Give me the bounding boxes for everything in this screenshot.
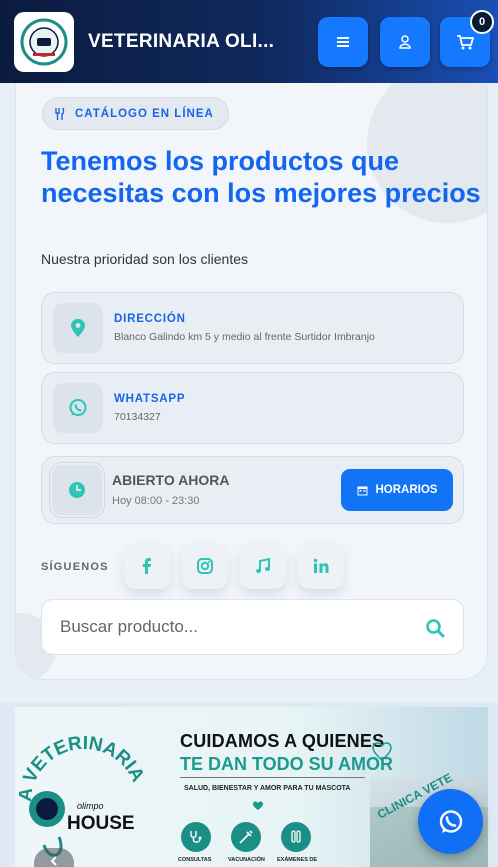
banner-logo-image: A VETERINARIA olimpo HOUSE <box>19 733 148 857</box>
clock-icon-box <box>52 465 102 515</box>
music-button[interactable] <box>240 543 286 589</box>
linkedin-icon <box>313 558 329 573</box>
address-label: DIRECCIÓN <box>114 313 186 325</box>
schedule-button-label: HORARIOS <box>375 484 438 496</box>
address-value: Blanco Galindo km 5 y medio al frente Su… <box>114 331 375 343</box>
product-search-box <box>41 599 464 655</box>
banner-brand-small: olimpo <box>77 801 104 811</box>
instagram-button[interactable] <box>182 543 228 589</box>
today-hours: Hoy 08:00 - 23:30 <box>112 495 200 507</box>
cart-count-badge: 0 <box>470 10 494 34</box>
user-button[interactable] <box>380 17 430 67</box>
service-label: CONSULTAS <box>178 857 212 863</box>
test-tubes-icon <box>291 830 301 843</box>
whatsapp-card[interactable]: WHATSAPP 70134327 <box>41 372 464 444</box>
whatsapp-number[interactable]: 70134327 <box>114 411 161 423</box>
service-label: VACUNACIÓN <box>228 857 265 863</box>
user-icon <box>399 35 411 49</box>
cart-icon <box>457 35 474 50</box>
open-status: ABIERTO AHORA <box>112 472 230 488</box>
clock-icon <box>69 482 85 498</box>
svg-text:A VETERINARIA: A VETERINARIA <box>19 733 148 803</box>
banner-brand-big: HOUSE <box>67 813 135 834</box>
banner-arc-text: A VETERINARIA <box>19 733 148 803</box>
whatsapp-chat-button[interactable] <box>418 789 483 854</box>
heart-outline-icon <box>372 742 392 761</box>
banner-headline-1: CUIDAMOS A QUIENES <box>180 731 385 751</box>
logo-emblem-icon <box>20 18 68 65</box>
stethoscope-icon <box>190 831 202 843</box>
search-icon[interactable] <box>425 618 445 638</box>
banner-divider <box>180 777 365 778</box>
search-input[interactable] <box>60 600 400 654</box>
whatsapp-label: WHATSAPP <box>114 393 186 405</box>
syringe-icon <box>239 830 253 844</box>
whatsapp-icon <box>439 809 462 833</box>
instagram-icon <box>197 558 213 574</box>
catalog-badge: CATÁLOGO EN LÍNEA <box>42 97 229 130</box>
follow-us-label: SÍGUENOS <box>41 561 109 573</box>
chevron-left-icon <box>50 856 57 866</box>
site-title[interactable]: VETERINARIA OLI... <box>88 31 298 53</box>
clinic-logo[interactable] <box>14 11 74 72</box>
consultation-service-icon <box>181 822 211 852</box>
page-subtitle: Nuestra prioridad son los clientes <box>41 251 248 267</box>
opening-hours-card: ABIERTO AHORA Hoy 08:00 - 23:30 HORARIOS <box>41 456 464 524</box>
menu-button[interactable] <box>318 17 368 67</box>
cart-button[interactable]: 0 <box>440 10 494 67</box>
whatsapp-icon <box>69 399 87 416</box>
lab-exams-service-icon <box>281 822 311 852</box>
facebook-button[interactable] <box>124 543 170 589</box>
calendar-icon <box>357 486 367 495</box>
utensils-icon <box>55 107 65 120</box>
music-icon <box>256 557 270 573</box>
catalog-badge-label: CATÁLOGO EN LÍNEA <box>75 107 214 120</box>
top-navbar: VETERINARIA OLI... 0 <box>0 0 498 83</box>
map-marker-icon <box>71 319 85 337</box>
address-card: DIRECCIÓN Blanco Galindo km 5 y medio al… <box>41 292 464 364</box>
facebook-icon <box>142 558 151 574</box>
vaccination-service-icon <box>231 822 261 852</box>
heart-icon <box>253 801 263 810</box>
carousel-prev-button[interactable] <box>34 848 74 867</box>
bars-icon <box>337 37 349 47</box>
store-info-card: CATÁLOGO EN LÍNEA Tenemos los productos … <box>15 72 488 680</box>
service-label: EXÁMENES DE <box>277 857 318 863</box>
banner-tagline: SALUD, BIENESTAR Y AMOR PARA TU MASCOTA <box>184 785 351 792</box>
linkedin-button[interactable] <box>298 543 344 589</box>
page-title: Tenemos los productos que necesitas con … <box>41 146 481 208</box>
schedule-button[interactable]: HORARIOS <box>341 469 453 511</box>
address-icon-box <box>53 303 103 353</box>
banner-headline-2: TE DAN TODO SU AMOR <box>180 754 394 774</box>
promo-banner[interactable]: A VETERINARIA olimpo HOUSE CUIDAMOS A QU… <box>15 707 488 867</box>
whatsapp-icon-box <box>53 383 103 433</box>
